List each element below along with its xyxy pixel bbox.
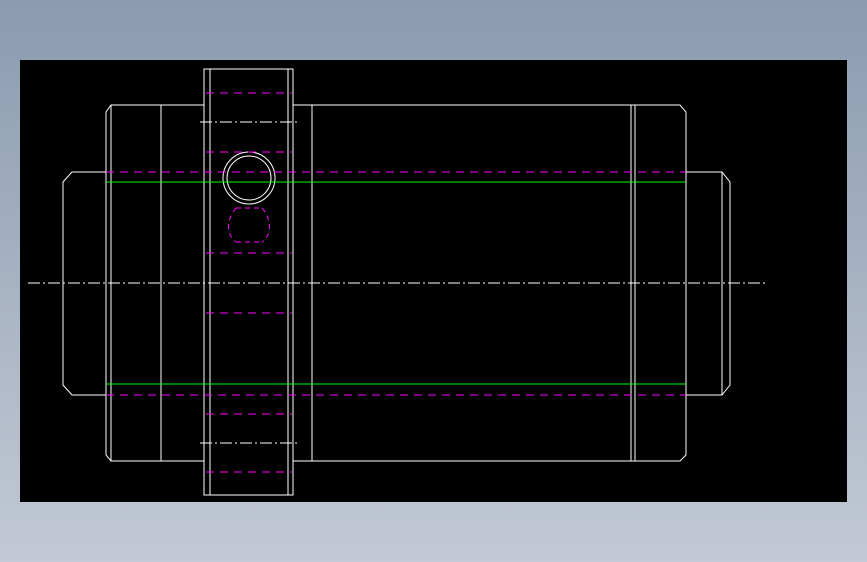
hidden-line-port-passage (228, 207, 270, 243)
lube-port-inner (226, 155, 272, 201)
mounting-flange (203, 68, 294, 496)
ball-screw-nut-drawing (28, 68, 766, 496)
lube-port-outer (222, 151, 276, 205)
cad-viewport[interactable] (20, 60, 847, 502)
